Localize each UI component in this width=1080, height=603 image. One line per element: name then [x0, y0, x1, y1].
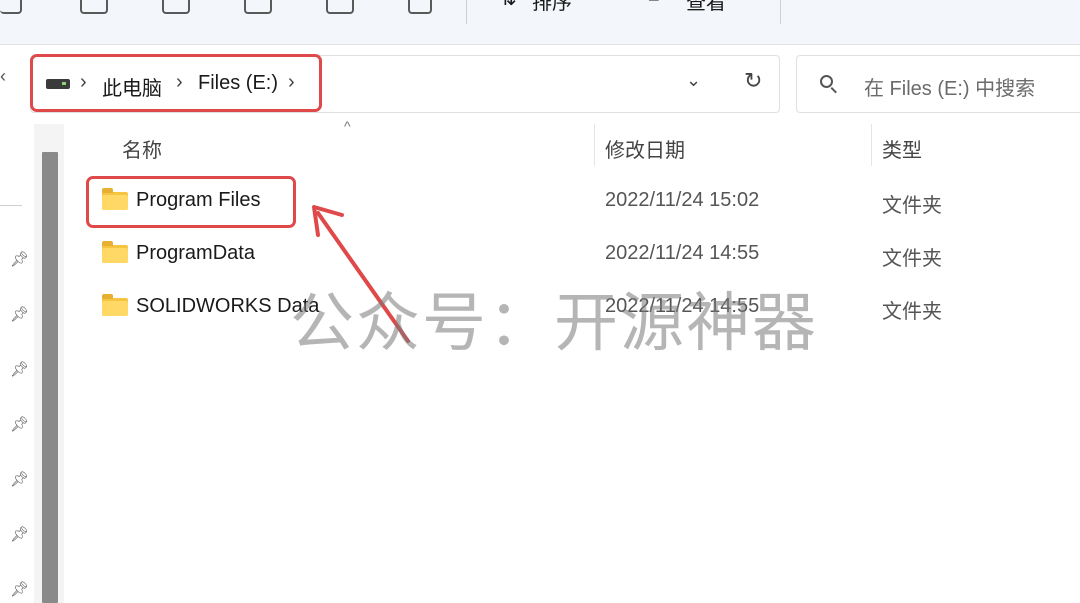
- pin-icon[interactable]: 📌︎: [10, 415, 29, 433]
- pin-icon[interactable]: 📌︎: [10, 580, 29, 598]
- folder-icon: [102, 294, 128, 316]
- up-arrow-icon[interactable]: ‹: [0, 66, 6, 87]
- refresh-icon[interactable]: ↻: [744, 68, 762, 94]
- search-placeholder: 在 Files (E:) 中搜索: [864, 78, 1036, 100]
- pin-icon[interactable]: 📌︎: [10, 470, 29, 488]
- pin-icon[interactable]: 📌︎: [10, 305, 29, 323]
- file-modified: 2022/11/24 14:55: [605, 242, 760, 264]
- column-header-name[interactable]: 名称: [122, 134, 162, 163]
- column-header-modified[interactable]: 修改日期: [605, 134, 685, 163]
- sort-ascending-icon: ^: [344, 118, 351, 134]
- command-bar: ⇅ 排序 ≡ 查看: [0, 0, 1080, 45]
- toolbar-separator: [780, 0, 781, 24]
- view-icon[interactable]: ≡: [648, 0, 660, 9]
- paste-icon[interactable]: [162, 0, 190, 14]
- cut-icon[interactable]: [0, 0, 22, 14]
- column-separator[interactable]: [871, 124, 872, 166]
- file-name[interactable]: SOLIDWORKS Data: [136, 295, 319, 318]
- sort-icon[interactable]: ⇅: [500, 0, 517, 11]
- copy-icon[interactable]: [80, 0, 108, 14]
- file-type: 文件夹: [882, 301, 942, 323]
- view-button[interactable]: 查看: [686, 0, 726, 15]
- file-type: 文件夹: [882, 195, 942, 217]
- pin-icon[interactable]: 📌︎: [10, 525, 29, 543]
- file-modified: 2022/11/24 15:02: [605, 189, 760, 211]
- share-icon[interactable]: [326, 0, 354, 14]
- folder-icon: [102, 241, 128, 263]
- address-highlight-box: [30, 54, 322, 112]
- program-files-highlight-box: [86, 176, 296, 228]
- column-header-type[interactable]: 类型: [882, 134, 922, 163]
- file-type: 文件夹: [882, 248, 942, 270]
- toolbar-separator: [466, 0, 467, 24]
- sort-button[interactable]: 排序: [532, 0, 572, 15]
- annotation-arrow: [312, 205, 410, 343]
- rename-icon[interactable]: [244, 0, 272, 14]
- search-icon: [820, 75, 833, 88]
- nav-scrollbar-thumb[interactable]: [42, 152, 58, 603]
- chevron-down-icon[interactable]: ⌄: [686, 70, 701, 91]
- pin-icon[interactable]: 📌︎: [10, 250, 29, 268]
- nav-divider: [0, 205, 22, 206]
- pin-icon[interactable]: 📌︎: [10, 360, 29, 378]
- delete-icon[interactable]: [408, 0, 432, 14]
- file-name[interactable]: ProgramData: [136, 242, 255, 265]
- file-modified: 2022/11/24 14:55: [605, 295, 760, 317]
- column-separator[interactable]: [594, 124, 595, 166]
